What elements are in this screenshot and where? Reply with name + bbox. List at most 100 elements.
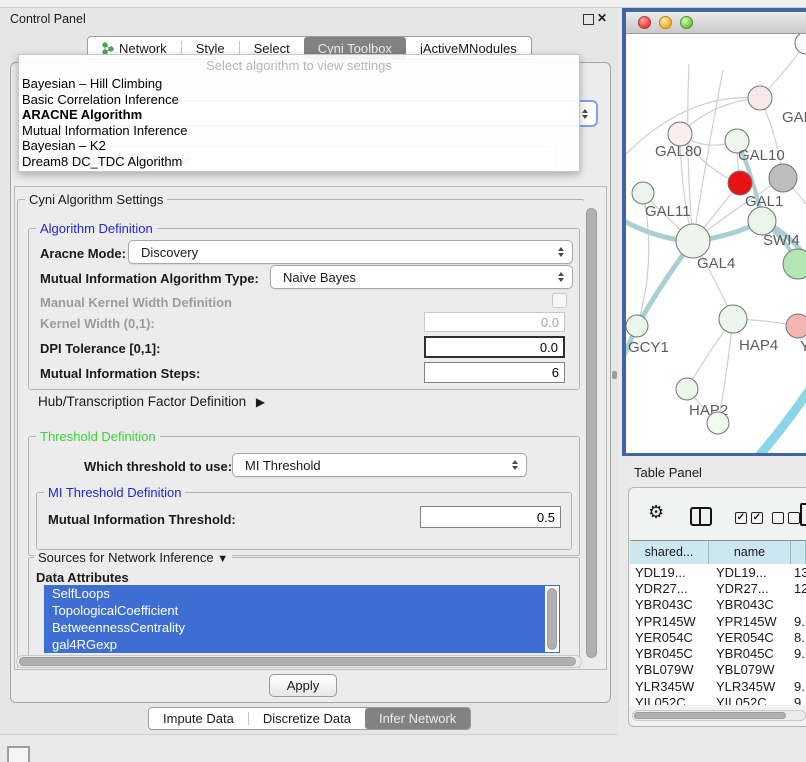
network-window-titlebar[interactable] [626, 12, 806, 34]
close-panel-icon[interactable]: ✕ [597, 11, 607, 26]
settings-hscrollbar-thumb[interactable] [19, 657, 576, 666]
network-node[interactable] [748, 86, 772, 110]
table-row[interactable]: YBL079WYBL079W [630, 662, 806, 678]
which-threshold-value: MI Threshold [245, 458, 321, 473]
show-columns-icon[interactable] [690, 507, 712, 526]
column-header[interactable]: shared... [630, 541, 709, 564]
network-node[interactable] [632, 182, 654, 204]
table-row[interactable]: YPR145WYPR145W9. [630, 613, 806, 629]
table-cell: 13 [791, 565, 806, 580]
mi-type-combo[interactable]: Naive Bayes [270, 265, 573, 289]
network-node[interactable] [786, 314, 806, 338]
table-cell: 9. [791, 646, 806, 661]
tab-infer-network[interactable]: Infer Network [365, 708, 470, 729]
kernel-width-label: Kernel Width (0,1): [40, 316, 155, 331]
deselect-all-icon[interactable] [772, 512, 800, 524]
table-body[interactable]: YDL19...YDL19...13YDR27...YDR27...12YBR0… [630, 564, 806, 705]
network-icon [102, 42, 114, 55]
mi-type-label: Mutual Information Algorithm Type: [40, 271, 259, 286]
network-edge[interactable] [757, 386, 806, 453]
table-row[interactable]: YLR345WYLR345W9. [630, 678, 806, 694]
manual-kernel-label: Manual Kernel Width Definition [40, 295, 232, 310]
network-node[interactable] [676, 378, 698, 400]
kernel-width-field[interactable] [424, 312, 565, 332]
network-node[interactable] [748, 207, 776, 235]
network-view-window[interactable]: GALGAL80GAL10GAL1GAL11GAL4SWI4HAP4YGCY1H… [622, 8, 806, 456]
network-node[interactable] [626, 315, 648, 337]
table-row[interactable]: YBR045CYBR045C9. [630, 645, 806, 661]
column-header[interactable]: name [709, 541, 791, 564]
network-edge[interactable] [680, 98, 760, 134]
sources-group-title[interactable]: Sources for Network Inference ▼ [34, 551, 232, 566]
minimize-window-icon[interactable] [659, 16, 672, 29]
table-cell: 9 [791, 695, 806, 705]
attribute-list-item[interactable]: SelfLoops [44, 585, 560, 602]
table-row[interactable]: YDR27...YDR27...12 [630, 580, 806, 596]
network-node[interactable] [795, 34, 806, 54]
dropdown-prompt: Select algorithm to view settings [19, 55, 579, 76]
network-node[interactable] [676, 224, 710, 258]
network-node[interactable] [719, 305, 747, 333]
function-builder-icon[interactable] [800, 503, 806, 526]
mi-type-value: Naive Bayes [283, 270, 356, 285]
checked-box-icon: ✓ [751, 512, 763, 524]
which-threshold-label: Which threshold to use: [84, 459, 232, 474]
which-threshold-combo[interactable]: MI Threshold [232, 453, 527, 477]
sources-title-text: Sources for Network Inference [38, 550, 214, 565]
mi-threshold-group-title: MI Threshold Definition [44, 486, 185, 499]
dock-panel-icon[interactable] [7, 746, 30, 762]
algorithm-option[interactable]: Mutual Information Inference [19, 123, 579, 139]
table-hscrollbar-thumb[interactable] [634, 712, 786, 719]
data-attributes-list[interactable]: SelfLoopsTopologicalCoefficientBetweenne… [44, 585, 560, 653]
algorithm-option[interactable]: Dream8 DC_TDC Algorithm [19, 154, 579, 170]
collapse-arrow-icon[interactable]: ▼ [217, 553, 228, 565]
network-canvas-svg[interactable]: GALGAL80GAL10GAL1GAL11GAL4SWI4HAP4YGCY1H… [626, 34, 806, 453]
column-header[interactable] [791, 541, 806, 564]
apply-button[interactable]: Apply [269, 674, 337, 697]
network-node[interactable] [783, 249, 806, 279]
algorithm-option[interactable]: ARACNE Algorithm [19, 107, 579, 123]
table-options-gear-icon[interactable]: ⚙ [648, 503, 664, 521]
panel-splitter-handle[interactable] [612, 371, 617, 379]
mi-steps-field[interactable] [424, 362, 565, 383]
mi-threshold-field[interactable] [420, 506, 561, 528]
algorithm-option[interactable]: Basic Correlation Inference [19, 92, 579, 108]
manual-kernel-checkbox[interactable] [552, 293, 567, 308]
table-cell: 9. [791, 679, 806, 694]
table-row[interactable]: YBR043CYBR043C [630, 597, 806, 613]
attribute-list-item[interactable]: TopologicalCoefficient [44, 602, 560, 619]
table-cell: 9. [791, 614, 806, 629]
attribute-list-item[interactable]: gal4RGexp [44, 636, 560, 653]
attribute-list-item[interactable]: BetweennessCentrality [44, 619, 560, 636]
zoom-window-icon[interactable] [680, 16, 693, 29]
network-node[interactable] [728, 171, 752, 195]
table-row[interactable]: YDL19...YDL19...13 [630, 564, 806, 580]
tab-discretize-data-label: Discretize Data [263, 711, 351, 726]
tab-discretize-data[interactable]: Discretize Data [249, 708, 365, 729]
control-panel-title: Control Panel [10, 12, 86, 27]
table-cell: YBR043C [630, 597, 709, 612]
node-label: GAL4 [697, 255, 735, 272]
node-label: SWI4 [763, 232, 800, 249]
attributes-scrollbar-thumb[interactable] [547, 588, 557, 650]
algorithm-option[interactable]: Bayesian – Hill Climbing [19, 76, 579, 92]
hub-definition-label[interactable]: Hub/Transcription Factor Definition ▶ [38, 394, 265, 410]
table-cell: YPR145W [630, 614, 709, 629]
table-cell: YBR045C [630, 646, 709, 661]
dpi-tolerance-field[interactable] [424, 336, 565, 358]
network-node[interactable] [769, 164, 797, 192]
table-cell: YBR045C [709, 646, 791, 661]
table-row[interactable]: YER054CYER054C8. [630, 629, 806, 645]
network-node[interactable] [707, 412, 729, 434]
unchecked-box-icon [772, 512, 784, 524]
settings-vscrollbar-thumb[interactable] [586, 208, 597, 658]
aracne-mode-combo[interactable]: Discovery [128, 240, 573, 264]
select-all-icon[interactable]: ✓ ✓ [735, 512, 763, 524]
tab-infer-network-label: Infer Network [379, 711, 456, 726]
tab-impute-data[interactable]: Impute Data [149, 708, 248, 729]
algorithm-option[interactable]: Bayesian – K2 [19, 138, 579, 154]
float-panel-icon[interactable] [583, 14, 594, 25]
close-window-icon[interactable] [638, 16, 651, 29]
table-row[interactable]: YIL052CYIL052C9 [630, 694, 806, 705]
expand-arrow-icon[interactable]: ▶ [256, 395, 265, 409]
